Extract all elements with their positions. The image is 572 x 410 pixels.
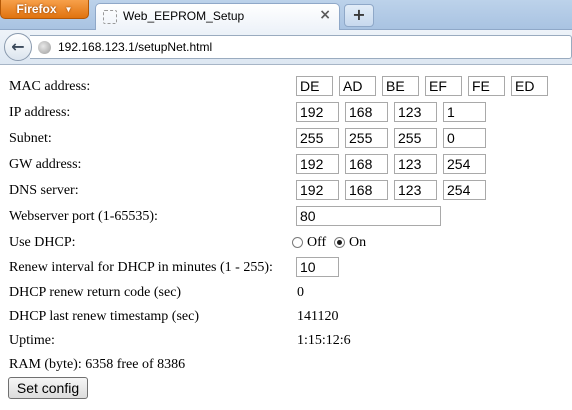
dns-octet-3[interactable] [394, 180, 437, 200]
set-config-button[interactable]: Set config [8, 377, 88, 399]
renew-label: Renew interval for DHCP in minutes (1 - … [9, 260, 273, 275]
tab-active[interactable]: Web_EEPROM_Setup × [95, 3, 340, 30]
port-input[interactable] [296, 206, 441, 226]
caret-down-icon: ▼ [64, 4, 73, 14]
uptime-label: Uptime: [9, 333, 55, 348]
subnet-octet-1[interactable] [296, 128, 339, 148]
return-code-label: DHCP renew return code (sec) [9, 285, 182, 300]
mac-octet-1[interactable] [296, 76, 333, 96]
page-content: MAC address: IP address: Subnet: GW addr… [0, 66, 572, 410]
gw-octet-3[interactable] [394, 154, 437, 174]
address-url[interactable]: 192.168.123.1/setupNet.html [58, 40, 212, 54]
mac-octet-2[interactable] [339, 76, 376, 96]
gw-octet-2[interactable] [345, 154, 388, 174]
renew-interval-input[interactable] [296, 257, 339, 277]
dhcp-on-radio[interactable] [334, 237, 345, 248]
ip-octet-3[interactable] [394, 102, 437, 122]
gw-octet-4[interactable] [443, 154, 486, 174]
subnet-octet-2[interactable] [345, 128, 388, 148]
dhcp-on-label[interactable]: On [349, 235, 366, 251]
mac-octet-4[interactable] [425, 76, 462, 96]
address-bar[interactable]: 192.168.123.1/setupNet.html [30, 35, 572, 59]
back-button[interactable]: ← [4, 33, 32, 61]
subnet-octet-3[interactable] [394, 128, 437, 148]
page-favicon-icon [103, 10, 117, 24]
site-identity-icon[interactable] [38, 41, 51, 54]
dns-octet-4[interactable] [443, 180, 486, 200]
dhcp-label: Use DHCP: [9, 235, 76, 250]
close-tab-icon[interactable]: × [319, 7, 331, 23]
dhcp-off-radio[interactable] [292, 237, 303, 248]
subnet-label: Subnet: [9, 131, 52, 146]
ram-text: RAM (byte): 6358 free of 8386 [9, 357, 186, 372]
ip-octet-1[interactable] [296, 102, 339, 122]
gw-label: GW address: [9, 157, 82, 172]
dns-label: DNS server: [9, 183, 79, 198]
dhcp-off-label[interactable]: Off [307, 235, 326, 251]
browser-chrome: Firefox ▼ Web_EEPROM_Setup × + 192.168.1… [0, 0, 572, 66]
gw-octet-1[interactable] [296, 154, 339, 174]
mac-octet-6[interactable] [511, 76, 548, 96]
uptime-value: 1:15:12:6 [297, 333, 351, 348]
ip-octet-4[interactable] [443, 102, 486, 122]
firefox-menu-label: Firefox [16, 2, 57, 16]
subnet-octet-4[interactable] [443, 128, 486, 148]
dns-octet-2[interactable] [345, 180, 388, 200]
navigation-bar: 192.168.123.1/setupNet.html ← [0, 30, 572, 65]
tab-title: Web_EEPROM_Setup [123, 9, 245, 23]
tab-strip: Firefox ▼ Web_EEPROM_Setup × + [0, 0, 572, 30]
ip-octet-2[interactable] [345, 102, 388, 122]
mac-octet-5[interactable] [468, 76, 505, 96]
dns-octet-1[interactable] [296, 180, 339, 200]
mac-label: MAC address: [9, 79, 91, 94]
mac-octet-3[interactable] [382, 76, 419, 96]
port-label: Webserver port (1-65535): [9, 209, 158, 224]
ip-label: IP address: [9, 105, 71, 120]
last-renew-label: DHCP last renew timestamp (sec) [9, 309, 199, 324]
new-tab-button[interactable]: + [344, 4, 374, 27]
last-renew-value: 141120 [297, 309, 339, 324]
firefox-menu-button[interactable]: Firefox ▼ [0, 0, 89, 19]
return-code-value: 0 [297, 285, 304, 300]
